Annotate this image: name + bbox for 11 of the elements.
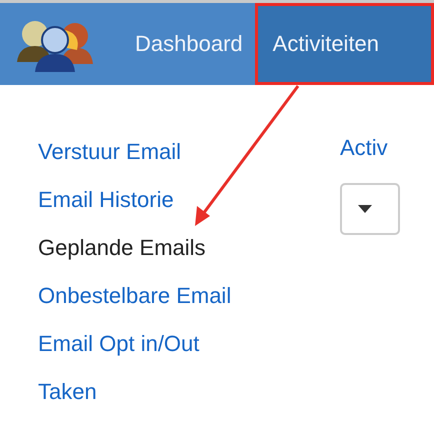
sidebar-link[interactable]: Verstuur Email: [38, 137, 182, 167]
caret-icon: [358, 205, 372, 213]
sidebar-link[interactable]: Onbestelbare Email: [38, 281, 232, 311]
sidebar-link[interactable]: Geplande Emails: [38, 233, 206, 263]
nav-tab[interactable]: Activiteiten: [254, 3, 434, 85]
section-heading: Activ: [340, 135, 389, 161]
sidebar-link[interactable]: Taken: [38, 377, 97, 407]
sidebar-link[interactable]: Email Opt in/Out: [38, 329, 200, 359]
dropdown-button[interactable]: [340, 183, 400, 235]
sidebar-link[interactable]: Email Historie: [38, 185, 174, 215]
nav-tab[interactable]: Dashboard: [123, 3, 255, 85]
